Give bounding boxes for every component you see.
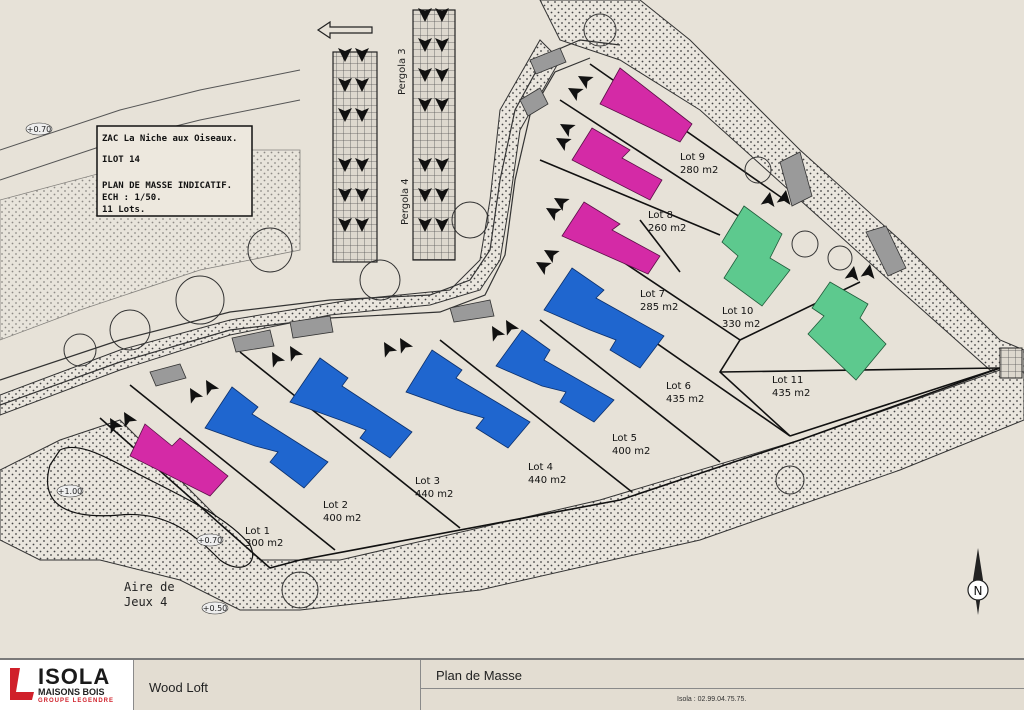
lot-2-area: 400 m2 (323, 513, 361, 524)
brand-tagline: GROUPE LEGENDRE (38, 698, 115, 704)
pergola-4-label: Pergola 4 (400, 178, 411, 225)
level-070-bottom: +0.70 (198, 536, 223, 545)
entrance-hatch (999, 347, 1023, 379)
aire-de-jeux-line2: Jeux 4 (124, 595, 167, 609)
lot-10-name: Lot 10 (722, 306, 753, 317)
lot-3-name: Lot 3 (415, 476, 440, 487)
lot-7-name: Lot 7 (640, 289, 665, 300)
lot-4-area: 440 m2 (528, 475, 566, 486)
lot-7-area: 285 m2 (640, 302, 678, 313)
brand-subtitle: MAISONS BOIS (38, 687, 105, 697)
document-title-cell: Plan de Masse Isola : 02.99.04.75.75. (421, 660, 1024, 710)
north-label: N (974, 584, 983, 598)
level-070-top: +0.70 (27, 125, 52, 134)
lot-1-area: 300 m2 (245, 538, 283, 549)
lot-2-name: Lot 2 (323, 500, 348, 511)
lot-8-name: Lot 8 (648, 210, 673, 221)
brand-mark-icon (10, 668, 34, 700)
level-100: +1.00 (58, 487, 83, 496)
pergola-4-structure (332, 51, 378, 263)
lot-5-area: 400 m2 (612, 446, 650, 457)
lot-9-area: 280 m2 (680, 165, 718, 176)
lot-9-name: Lot 9 (680, 152, 705, 163)
pergola-3-structure (412, 9, 456, 261)
contact-phone: Isola : 02.99.04.75.75. (677, 696, 747, 703)
document-title: Plan de Masse (436, 668, 522, 683)
aire-de-jeux-line1: Aire de (124, 580, 175, 594)
legend-line3: PLAN DE MASSE INDICATIF. (102, 181, 232, 191)
legend-line5: 11 Lots. (102, 205, 145, 215)
legend-line2: ILOT 14 (102, 155, 141, 165)
lot-6-area: 435 m2 (666, 394, 704, 405)
site-plan: N ZAC La Niche aux Oiseaux. ILOT 14 PLAN… (0, 0, 1024, 658)
level-050: +0.50 (203, 604, 228, 613)
lot-10-area: 330 m2 (722, 319, 760, 330)
pergola-3-label: Pergola 3 (397, 48, 408, 95)
lot-11-name: Lot 11 (772, 375, 803, 386)
model-name: Wood Loft (149, 680, 209, 695)
model-cell: Wood Loft (134, 660, 421, 710)
legend-line1: ZAC La Niche aux Oiseaux. (102, 133, 237, 144)
brand-logo: ISOLA MAISONS BOIS GROUPE LEGENDRE (0, 660, 134, 710)
legend-box: ZAC La Niche aux Oiseaux. ILOT 14 PLAN D… (96, 125, 253, 217)
lot-3-area: 440 m2 (415, 489, 453, 500)
lot-11-area: 435 m2 (772, 388, 810, 399)
lot-4-name: Lot 4 (528, 462, 553, 473)
lot-1-name: Lot 1 (245, 526, 270, 537)
title-divider (421, 688, 1024, 689)
lot-8-area: 260 m2 (648, 223, 686, 234)
title-block: ISOLA MAISONS BOIS GROUPE LEGENDRE Wood … (0, 658, 1024, 710)
legend-line4: ECH : 1/50. (102, 193, 162, 203)
lot-5-name: Lot 5 (612, 433, 637, 444)
lot-6-name: Lot 6 (666, 381, 691, 392)
